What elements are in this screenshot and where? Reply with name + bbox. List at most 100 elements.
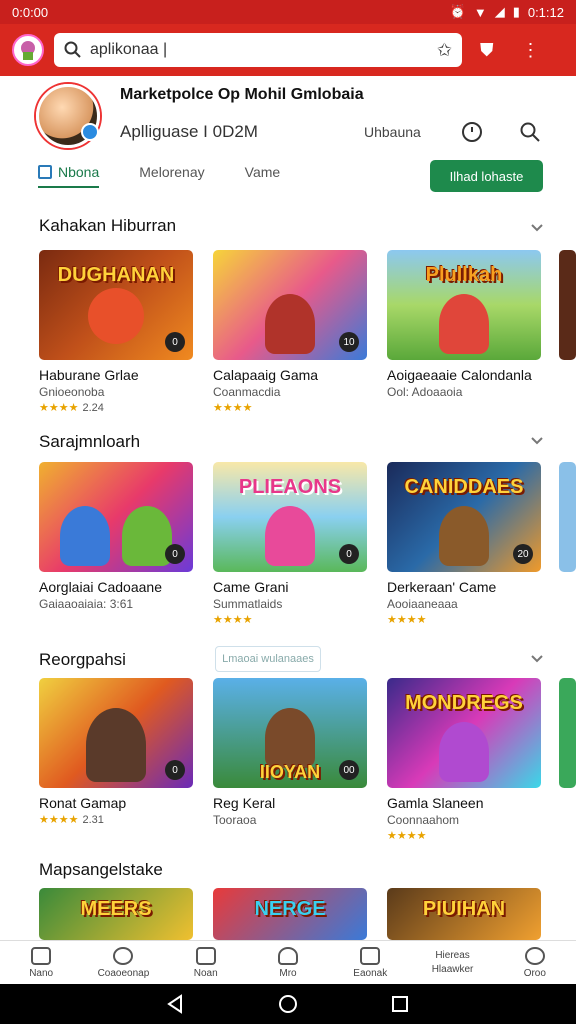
chevron-down-icon[interactable] (530, 652, 544, 666)
search-input[interactable]: aplikonaa | ✩ (54, 33, 462, 67)
section-title: Reorgpahsi (39, 650, 126, 669)
app-card[interactable]: PLIEAONS 0 Came Grani Summatlaids ★★★★ (213, 462, 367, 626)
profile-subtitle: Aplliguase I 0D2M (120, 122, 258, 141)
app-thumbnail (559, 462, 576, 572)
app-card[interactable]: MEERS (39, 888, 193, 940)
rating-value: 2.24 (82, 402, 104, 414)
nav-item-library[interactable]: Eaonak (329, 941, 411, 984)
recents-icon[interactable] (390, 994, 410, 1014)
signal-icon: ◢ (494, 4, 505, 19)
tab-nbona[interactable]: Nbona (38, 164, 100, 188)
app-card[interactable]: IIOYAN 00 Reg Keral Tooraoa (213, 678, 367, 827)
app-thumbnail: IIOYAN 00 (213, 678, 367, 788)
section-title: Mapsangelstake (39, 860, 163, 879)
more-vert-icon[interactable]: ⋮ (522, 40, 540, 61)
app-card-partial[interactable] (559, 678, 576, 788)
nav-label: Eaonak (353, 967, 388, 979)
app-thumbnail: DUGHANAN 0 (39, 250, 193, 360)
app-thumbnail: 0 (39, 678, 193, 788)
thumbnail-title: PLIEAONS (238, 476, 342, 498)
book-icon (360, 946, 381, 965)
app-logo[interactable] (12, 34, 44, 66)
controller-icon: 20 (513, 544, 533, 564)
nav-item-profile[interactable]: Mro (247, 941, 329, 984)
nav-label: Oroo (523, 967, 546, 979)
controller-icon: 0 (165, 544, 185, 564)
character-art (439, 294, 489, 354)
tab-vame[interactable]: Vame (245, 164, 281, 188)
rating-stars: ★★★★ 2.31 (39, 814, 104, 826)
nav-item-explore[interactable]: Coaoeonap (82, 941, 164, 984)
chevron-down-icon[interactable] (530, 221, 544, 235)
verified-badge-icon (81, 123, 99, 141)
app-name: Aorglaiai Cadoaane (39, 579, 162, 595)
thumbnail-title: CANIDDAES (404, 476, 524, 498)
search-icon[interactable] (518, 120, 542, 144)
app-card-partial[interactable] (559, 462, 576, 572)
app-thumbnail (559, 250, 576, 360)
rating-stars: ★★★★ (213, 614, 253, 626)
install-button[interactable]: Ilhad lohaste (430, 160, 543, 192)
app-card[interactable]: DUGHANAN 0 Haburane Grlae Gnioeonoba ★★★… (39, 250, 193, 414)
thumbnail-title: MONDREGS (405, 692, 523, 714)
system-nav-bar (0, 984, 576, 1024)
app-thumbnail: NERGE (213, 888, 367, 940)
app-thumbnail: CANIDDAES 20 (387, 462, 541, 572)
section-title: Sarajmnloarh (39, 432, 141, 451)
app-bar: aplikonaa | ✩ ⛊ ⋮ (0, 24, 576, 76)
logo-icon (21, 41, 35, 60)
nav-item-home[interactable]: Nano (0, 941, 82, 984)
chevron-down-icon[interactable] (530, 434, 544, 448)
nav-label: Noan (193, 967, 218, 979)
character-art (121, 506, 172, 566)
filter-chip[interactable]: Lmaoai wulanaaes (215, 646, 321, 672)
tab-label: Nbona (58, 164, 100, 180)
back-icon[interactable] (166, 994, 186, 1014)
app-thumbnail: PLIEAONS 0 (213, 462, 367, 572)
app-card[interactable]: 0 Ronat Gamap ★★★★ 2.31 (39, 678, 193, 826)
thumbnail-title: Plullkah (425, 264, 503, 286)
clock-icon[interactable] (460, 120, 484, 144)
nav-label: Hlaawker (431, 964, 474, 975)
nav-item-updates[interactable]: Hiereas Hlaawker (411, 941, 493, 984)
section-title: Kahakan Hiburran (39, 216, 177, 235)
app-thumbnail: Plullkah (387, 250, 541, 360)
app-card[interactable]: 0 Aorglaiai Cadoaane Gaiaaoaiaia: 3:61 (39, 462, 193, 611)
star-icon[interactable]: ✩ (437, 40, 452, 61)
app-thumbnail: PIUIHAN (387, 888, 541, 940)
status-right: 0:1:12 (527, 4, 564, 20)
status-time: 0:0:00 (12, 4, 49, 20)
rating-stars: ★★★★ (213, 402, 253, 414)
avatar[interactable] (36, 84, 100, 148)
app-name: Came Grani (213, 579, 289, 595)
thumbnail-title: MEERS (80, 898, 152, 920)
alarm-icon: ⏰ (449, 4, 466, 19)
app-thumbnail (559, 678, 576, 788)
profile-meta: Uhbauna (364, 124, 421, 140)
app-card[interactable]: MONDREGS Gamla Slaneen Coonnaahom ★★★★ (387, 678, 541, 842)
status-icons: ⏰ ▼ ◢ ▮ 0:1:12 (450, 4, 564, 20)
app-card[interactable]: 10 Calapaaig Gama Coanmacdia ★★★★ (213, 250, 367, 414)
app-card[interactable]: CANIDDAES 20 Derkeraan' Came Aooiaaneaaa… (387, 462, 541, 626)
app-card[interactable]: Plullkah Aoigaeaaie Calondanla Ool: Adoa… (387, 250, 541, 399)
compass-icon (113, 946, 134, 965)
app-card[interactable]: PIUIHAN (387, 888, 541, 940)
app-subtitle: Tooraoa (213, 813, 257, 827)
app-card[interactable]: NERGE (213, 888, 367, 940)
home-button-icon[interactable] (278, 994, 298, 1014)
shield-icon[interactable]: ⛊ (480, 40, 494, 61)
character-art (265, 506, 315, 566)
controller-icon: 0 (165, 332, 185, 352)
nav-item-apps[interactable]: Noan (165, 941, 247, 984)
tab-melorenay[interactable]: Melorenay (139, 164, 204, 188)
controller-icon: 0 (339, 544, 359, 564)
battery-icon: ▮ (512, 4, 520, 19)
app-name: Derkeraan' Came (387, 579, 497, 595)
thumbnail-title: DUGHANAN (57, 264, 175, 286)
home-icon (31, 946, 52, 965)
app-subtitle: Aooiaaneaaa (387, 597, 458, 611)
rating-stars: ★★★★ (387, 830, 427, 842)
nav-item-account[interactable]: Oroo (494, 941, 576, 984)
character-art (60, 506, 111, 566)
app-card-partial[interactable] (559, 250, 576, 360)
